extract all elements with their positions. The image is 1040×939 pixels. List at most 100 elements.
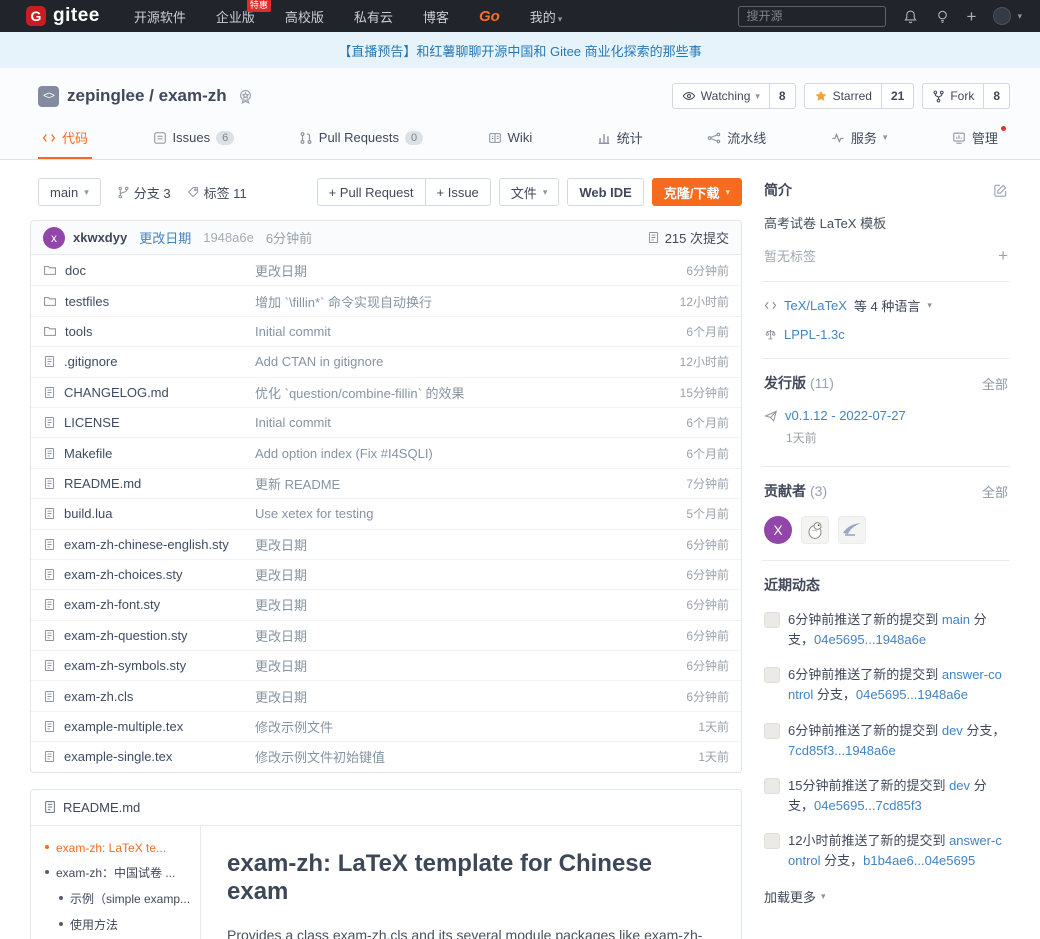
contributor-avatar-1[interactable]: X xyxy=(764,516,792,544)
branches-link[interactable]: 分支 3 xyxy=(117,183,171,202)
file-commit-message-link[interactable]: 优化 `question/combine-fillin` 的效果 xyxy=(255,383,670,402)
commit-message-link[interactable]: 更改日期 xyxy=(139,228,191,247)
file-commit-message-link[interactable]: 更改日期 xyxy=(255,687,676,706)
file-name-link[interactable]: exam-zh-symbols.sty xyxy=(64,658,186,673)
file-row[interactable]: testfiles 增加 `\fillin*` 命令实现自动换行 12小时前 xyxy=(31,285,741,315)
file-commit-message-link[interactable]: Initial commit xyxy=(255,324,676,339)
new-issue-button[interactable]: + Issue xyxy=(426,178,491,206)
tab-code[interactable]: 代码 xyxy=(38,119,92,159)
tab-pull-requests[interactable]: Pull Requests0 xyxy=(295,119,427,159)
file-name-link[interactable]: testfiles xyxy=(65,294,109,309)
tab-statistics[interactable]: 统计 xyxy=(593,119,647,159)
file-name-link[interactable]: exam-zh-chinese-english.sty xyxy=(64,537,229,552)
file-name-link[interactable]: doc xyxy=(65,263,86,278)
file-name-link[interactable]: README.md xyxy=(64,476,141,491)
file-name-link[interactable]: LICENSE xyxy=(64,415,120,430)
file-commit-message-link[interactable]: 更新 README xyxy=(255,474,676,493)
nav-item-opensource[interactable]: 开源软件 xyxy=(134,7,186,26)
file-name-link[interactable]: exam-zh.cls xyxy=(64,689,133,704)
commit-range-link[interactable]: 04e5695...1948a6e xyxy=(856,687,968,702)
file-name-link[interactable]: CHANGELOG.md xyxy=(64,385,169,400)
file-commit-message-link[interactable]: 更改日期 xyxy=(255,565,676,584)
releases-all-link[interactable]: 全部 xyxy=(982,374,1008,393)
branch-selector[interactable]: main▾ xyxy=(38,178,101,206)
commits-total-link[interactable]: 215 次提交 xyxy=(647,228,729,247)
announcement-bar[interactable]: 【直播预告】和红薯聊聊开源中国和 Gitee 商业化探索的那些事 xyxy=(0,32,1040,68)
toc-link[interactable]: exam-zh: LaTeX te... xyxy=(56,840,166,857)
branch-link[interactable]: dev xyxy=(949,778,970,793)
license-link[interactable]: LPPL-1.3c xyxy=(784,327,845,342)
nav-item-go[interactable]: Go xyxy=(479,8,500,25)
file-commit-message-link[interactable]: 修改示例文件 xyxy=(255,717,688,736)
toc-link[interactable]: exam-zh：中国试卷 ... xyxy=(56,865,175,882)
watch-count[interactable]: 8 xyxy=(769,84,795,108)
language-link[interactable]: TeX/LaTeX xyxy=(784,298,847,313)
nav-item-blog[interactable]: 博客 xyxy=(423,7,449,26)
bell-icon[interactable] xyxy=(903,9,918,24)
file-commit-message-link[interactable]: 更改日期 xyxy=(255,656,676,675)
file-menu-button[interactable]: 文件▾ xyxy=(499,178,560,206)
web-ide-button[interactable]: Web IDE xyxy=(567,178,644,206)
file-row[interactable]: exam-zh.cls 更改日期 6分钟前 xyxy=(31,680,741,710)
file-commit-message-link[interactable]: 更改日期 xyxy=(255,626,676,645)
search-input[interactable] xyxy=(738,6,886,27)
file-commit-message-link[interactable]: 更改日期 xyxy=(255,595,676,614)
contributor-avatar-2[interactable] xyxy=(801,516,829,544)
file-row[interactable]: example-single.tex 修改示例文件初始键值 1天前 xyxy=(31,741,741,771)
toc-link[interactable]: 使用方法 xyxy=(70,917,118,934)
commit-range-link[interactable]: 04e5695...7cd85f3 xyxy=(814,798,922,813)
tab-services[interactable]: 服务▾ xyxy=(827,119,892,159)
file-row[interactable]: exam-zh-chinese-english.sty 更改日期 6分钟前 xyxy=(31,529,741,559)
fork-count[interactable]: 8 xyxy=(983,84,1009,108)
add-tag-icon[interactable]: + xyxy=(998,247,1008,264)
watch-button[interactable]: Watching▾ 8 xyxy=(672,83,796,109)
readme-toc-item[interactable]: 示例（simple examp... xyxy=(59,891,194,908)
file-name-link[interactable]: exam-zh-question.sty xyxy=(64,628,188,643)
file-row[interactable]: LICENSE Initial commit 6个月前 xyxy=(31,407,741,437)
file-commit-message-link[interactable]: 修改示例文件初始键值 xyxy=(255,747,688,766)
release-row[interactable]: v0.1.12 - 2022-07-27 xyxy=(764,408,1008,423)
file-commit-message-link[interactable]: 更改日期 xyxy=(255,535,676,554)
repo-title[interactable]: zepinglee / exam-zh xyxy=(67,86,227,106)
file-row[interactable]: exam-zh-symbols.sty 更改日期 6分钟前 xyxy=(31,650,741,680)
file-row[interactable]: CHANGELOG.md 优化 `question/combine-fillin… xyxy=(31,377,741,407)
release-link[interactable]: v0.1.12 - 2022-07-27 xyxy=(785,408,906,423)
load-more-button[interactable]: 加载更多▾ xyxy=(764,887,1008,906)
user-menu[interactable]: ▾ xyxy=(993,7,1022,25)
plus-icon[interactable]: + xyxy=(967,8,977,25)
contributor-avatar-3[interactable] xyxy=(838,516,866,544)
edit-icon[interactable] xyxy=(993,183,1008,198)
file-row[interactable]: Makefile Add option index (Fix #I4SQLI) … xyxy=(31,437,741,467)
file-row[interactable]: exam-zh-font.sty 更改日期 6分钟前 xyxy=(31,589,741,619)
file-name-link[interactable]: exam-zh-choices.sty xyxy=(64,567,182,582)
commit-range-link[interactable]: b1b4ae6...04e5695 xyxy=(863,853,975,868)
file-name-link[interactable]: example-single.tex xyxy=(64,749,172,764)
tab-pipelines[interactable]: 流水线 xyxy=(703,119,770,159)
clone-download-button[interactable]: 克隆/下载▾ xyxy=(652,178,742,206)
branch-link[interactable]: main xyxy=(942,612,970,627)
file-row[interactable]: exam-zh-question.sty 更改日期 6分钟前 xyxy=(31,620,741,650)
new-pull-request-button[interactable]: + Pull Request xyxy=(317,178,426,206)
nav-item-education[interactable]: 高校版 xyxy=(285,7,324,26)
file-row[interactable]: .gitignore Add CTAN in gitignore 12小时前 xyxy=(31,346,741,376)
readme-toc-item[interactable]: 使用方法 xyxy=(59,917,194,934)
tab-issues[interactable]: Issues6 xyxy=(149,119,239,159)
file-commit-message-link[interactable]: 增加 `\fillin*` 命令实现自动换行 xyxy=(255,292,670,311)
readme-filename[interactable]: README.md xyxy=(63,800,140,815)
committer-avatar[interactable]: x xyxy=(43,227,65,249)
gitee-logo[interactable]: G gitee xyxy=(26,5,100,27)
file-name-link[interactable]: .gitignore xyxy=(64,354,117,369)
tags-link[interactable]: 标签 11 xyxy=(187,183,247,202)
file-commit-message-link[interactable]: 更改日期 xyxy=(255,261,676,280)
file-row[interactable]: example-multiple.tex 修改示例文件 1天前 xyxy=(31,711,741,741)
nav-item-private-cloud[interactable]: 私有云 xyxy=(354,7,393,26)
languages-row[interactable]: TeX/LaTeX 等 4 种语言 ▾ xyxy=(764,296,1008,315)
commit-range-link[interactable]: 04e5695...1948a6e xyxy=(814,632,926,647)
file-row[interactable]: doc 更改日期 6分钟前 xyxy=(31,255,741,285)
file-row[interactable]: build.lua Use xetex for testing 5个月前 xyxy=(31,498,741,528)
file-name-link[interactable]: example-multiple.tex xyxy=(64,719,183,734)
file-name-link[interactable]: build.lua xyxy=(64,506,112,521)
commit-sha[interactable]: 1948a6e xyxy=(203,230,254,245)
file-row[interactable]: exam-zh-choices.sty 更改日期 6分钟前 xyxy=(31,559,741,589)
lightbulb-icon[interactable] xyxy=(935,9,950,24)
